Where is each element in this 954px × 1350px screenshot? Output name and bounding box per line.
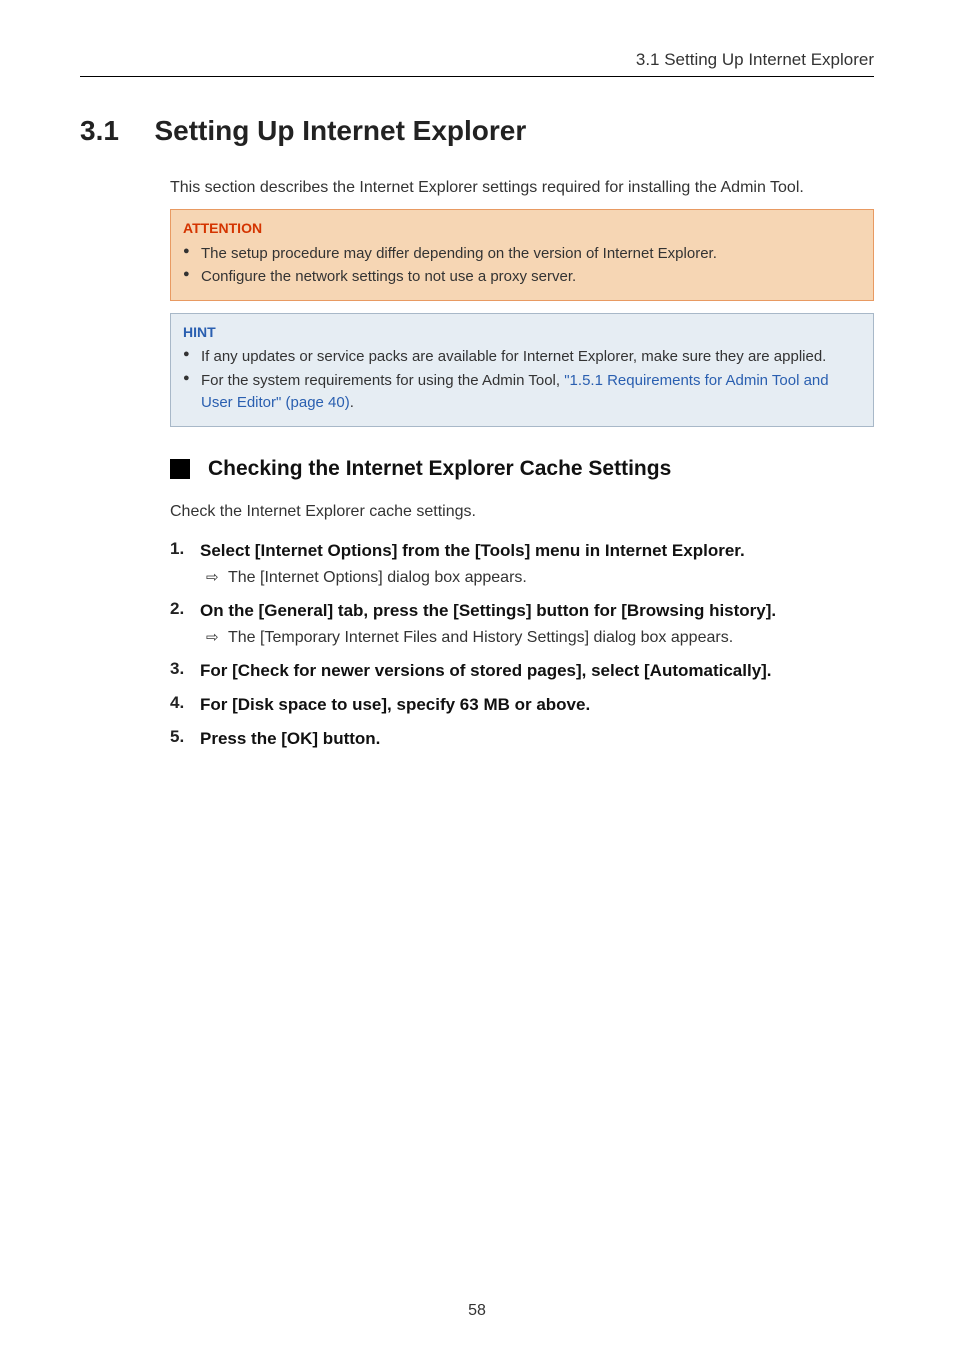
subsection-heading: Checking the Internet Explorer Cache Set…: [170, 457, 874, 481]
subsection-intro: Check the Internet Explorer cache settin…: [170, 503, 874, 521]
attention-box: ATTENTION The setup procedure may differ…: [170, 209, 874, 301]
section-number: 3.1: [80, 115, 150, 147]
step-item: For [Check for newer versions of stored …: [170, 659, 874, 683]
step-title: Press the [OK] button.: [200, 727, 874, 751]
hint-item: If any updates or service packs are avai…: [183, 346, 861, 368]
step-item: Press the [OK] button.: [170, 727, 874, 751]
step-result: The [Temporary Internet Files and Histor…: [200, 627, 874, 649]
attention-title: ATTENTION: [183, 218, 861, 238]
hint-box: HINT If any updates or service packs are…: [170, 313, 874, 427]
step-result: The [Internet Options] dialog box appear…: [200, 567, 874, 589]
subsection-title: Checking the Internet Explorer Cache Set…: [208, 457, 671, 481]
hint-title: HINT: [183, 322, 861, 342]
hint-item: For the system requirements for using th…: [183, 370, 861, 414]
step-item: Select [Internet Options] from the [Tool…: [170, 539, 874, 589]
section-title: Setting Up Internet Explorer: [154, 115, 526, 146]
hint-item-suffix: .: [350, 394, 354, 411]
header-breadcrumb: 3.1 Setting Up Internet Explorer: [80, 50, 874, 77]
attention-item: The setup procedure may differ depending…: [183, 243, 861, 265]
step-title: For [Disk space to use], specify 63 MB o…: [200, 693, 874, 717]
square-bullet-icon: [170, 459, 190, 479]
attention-item: Configure the network settings to not us…: [183, 266, 861, 288]
intro-text: This section describes the Internet Expl…: [170, 177, 874, 199]
page-number: 58: [0, 1302, 954, 1320]
step-title: On the [General] tab, press the [Setting…: [200, 599, 874, 623]
step-item: For [Disk space to use], specify 63 MB o…: [170, 693, 874, 717]
section-heading: 3.1 Setting Up Internet Explorer: [80, 115, 874, 147]
step-item: On the [General] tab, press the [Setting…: [170, 599, 874, 649]
step-list: Select [Internet Options] from the [Tool…: [170, 539, 874, 751]
hint-item-prefix: For the system requirements for using th…: [201, 372, 564, 389]
step-title: For [Check for newer versions of stored …: [200, 659, 874, 683]
step-title: Select [Internet Options] from the [Tool…: [200, 539, 874, 563]
